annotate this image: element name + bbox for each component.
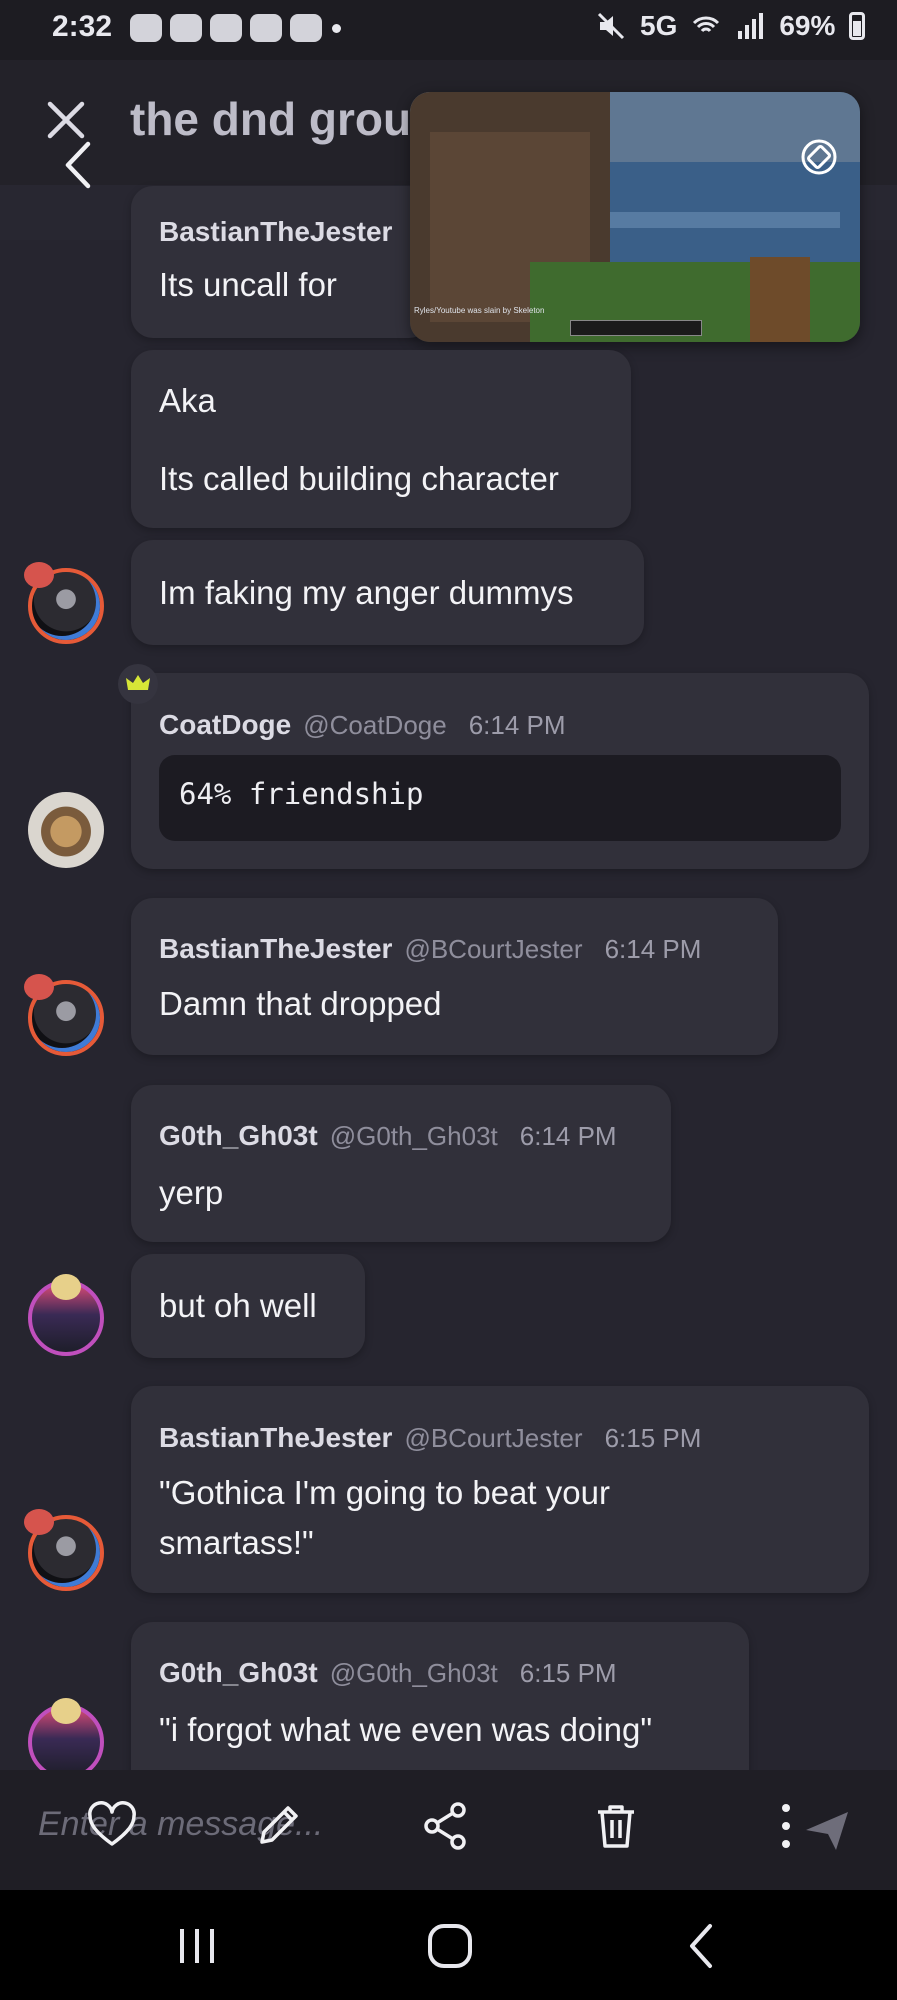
message-handle: @G0th_Gh03t: [329, 1658, 498, 1688]
page-title: the dnd group: [130, 93, 440, 145]
message-time: 6:14 PM: [604, 934, 702, 964]
message-handle: @CoatDoge: [303, 710, 447, 740]
message-author: BastianTheJester: [159, 933, 393, 964]
avatar[interactable]: [28, 792, 104, 868]
message-bubble: [131, 898, 778, 1055]
battery-icon: [849, 12, 866, 40]
chat-icon: [250, 14, 282, 42]
network-label: 5G: [640, 10, 678, 41]
back-icon[interactable]: [682, 1922, 722, 1970]
message-text: Its uncall for: [159, 266, 337, 303]
avatar-badge: [51, 1274, 81, 1300]
heart-icon[interactable]: [84, 1798, 140, 1854]
message-meta: BastianTheJester @BCourtJester 6:14 PM: [159, 933, 701, 965]
chat-icon: [290, 14, 322, 42]
status-right: 5G 69%: [596, 10, 866, 42]
message-handle: @G0th_Gh03t: [329, 1121, 498, 1151]
message-line: smartass!": [159, 1524, 314, 1561]
message-text: Damn that dropped: [159, 985, 442, 1022]
send-icon[interactable]: [800, 1802, 856, 1858]
signal-icon: [738, 13, 764, 39]
avatar-badge: [24, 1509, 54, 1535]
wifi-icon: [693, 16, 720, 33]
message-line: Its called building character: [159, 460, 559, 497]
message-meta: G0th_Gh03t @G0th_Gh03t 6:14 PM: [159, 1120, 617, 1152]
close-icon[interactable]: [42, 96, 90, 144]
avatar-badge: [24, 562, 54, 588]
message-author: G0th_Gh03t: [159, 1657, 318, 1688]
avatar-badge: [51, 1698, 81, 1724]
recents-icon[interactable]: [172, 1925, 222, 1967]
video-hotbar: [570, 320, 702, 336]
code-block: 64% friendship: [159, 755, 841, 841]
video-block: [750, 257, 810, 342]
status-time: 2:32: [52, 10, 113, 43]
chat-icon: [170, 14, 202, 42]
rotate-icon[interactable]: [798, 136, 840, 178]
video-caption: Ryles/Youtube was slain by Skeleton: [414, 306, 545, 315]
message-time: 6:14 PM: [468, 710, 566, 740]
message-bubble: [131, 186, 431, 338]
message-text: Im faking my anger dummys: [159, 574, 574, 611]
chevron-left-icon[interactable]: [60, 140, 96, 190]
message-bubble: [131, 1085, 671, 1242]
message-line: "Gothica I'm going to beat your: [159, 1474, 610, 1511]
avatar-badge: [24, 974, 54, 1000]
message-meta: BastianTheJester @BCourtJester 6:15 PM: [159, 1422, 701, 1454]
message-handle: @BCourtJester: [404, 1423, 583, 1453]
message-meta: CoatDoge @CoatDoge 6:14 PM: [159, 709, 566, 741]
mute-icon: [597, 12, 625, 40]
home-icon[interactable]: [424, 1920, 476, 1972]
pip-video[interactable]: Ryles/Youtube was slain by Skeleton: [410, 92, 860, 342]
chat-icon: [130, 14, 162, 42]
message-text: but oh well: [159, 1287, 317, 1324]
message-meta: G0th_Gh03t @G0th_Gh03t 6:15 PM: [159, 1657, 617, 1689]
message-time: 6:15 PM: [604, 1423, 702, 1453]
message-line: Aka: [159, 382, 216, 419]
message-author: BastianTheJester: [159, 1422, 393, 1453]
message-text: "i forgot what we even was doing": [159, 1711, 653, 1748]
crown-icon: [126, 675, 150, 690]
message-bubble: [131, 350, 631, 528]
message-handle: @BCourtJester: [404, 934, 583, 964]
message-time: 6:15 PM: [519, 1658, 617, 1688]
notification-icons: [130, 14, 322, 42]
battery-label: 69%: [779, 10, 836, 41]
trash-icon[interactable]: [588, 1798, 644, 1854]
chat-icon: [210, 14, 242, 42]
message-author: BastianTheJester: [159, 216, 393, 247]
crown-badge: [118, 664, 158, 704]
share-icon[interactable]: [418, 1798, 474, 1854]
message-text: yerp: [159, 1174, 224, 1211]
pencil-icon[interactable]: [250, 1798, 306, 1854]
message-author: G0th_Gh03t: [159, 1120, 318, 1151]
message-author: CoatDoge: [159, 709, 292, 740]
more-notifications-dot: [332, 24, 341, 33]
message-time: 6:14 PM: [519, 1121, 617, 1151]
